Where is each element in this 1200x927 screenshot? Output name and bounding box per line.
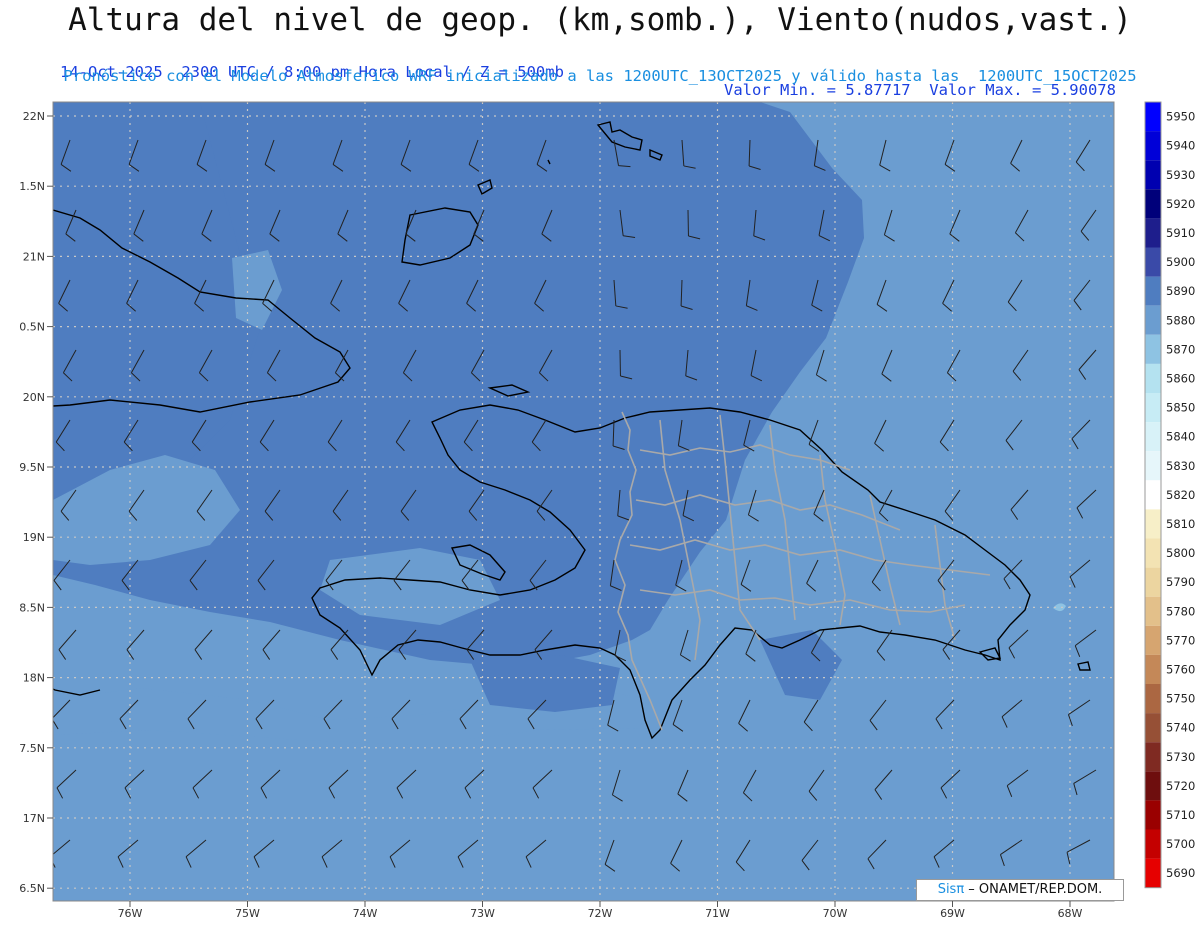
colorbar-label: 5810 [1166, 517, 1195, 531]
colorbar-label: 5930 [1166, 168, 1195, 182]
lat-label: 8.5N [19, 601, 45, 614]
geopotential-map: 22N 1.5N 21N 0.5N 20N 9.5N 19N 8.5N 18N 7.5N 17N 6.… [19, 101, 1195, 920]
lat-label: 21N [23, 250, 45, 263]
colorbar-label: 5720 [1166, 779, 1195, 793]
colorbar-label: 5860 [1166, 371, 1195, 385]
latitude-labels: 22N 1.5N 21N 0.5N 20N 9.5N 19N 8.5N 18N 7.5N 17N 6.… [19, 110, 53, 895]
colorbar-swatch [1145, 160, 1161, 190]
colorbar-swatch [1145, 858, 1161, 888]
credit-box: Sisπ – ONAMET/REP.DOM. [916, 879, 1124, 901]
colorbar-swatch [1145, 596, 1161, 626]
colorbar: 5950 5940 5930 5920 5910 5900 5890 5880 5870 5860… [1144, 101, 1195, 889]
colorbar-label: 5730 [1166, 750, 1195, 764]
lat-label: 1.5N [19, 180, 45, 193]
colorbar-swatch [1145, 218, 1161, 248]
colorbar-swatch [1145, 800, 1161, 830]
colorbar-swatch [1145, 422, 1161, 452]
credit-brand: Sisπ [937, 882, 965, 897]
colorbar-swatch [1145, 625, 1161, 655]
colorbar-label: 5780 [1166, 604, 1195, 618]
field-5890-south [470, 655, 620, 712]
lat-label: 9.5N [19, 461, 45, 474]
longitude-labels: 76W 75W 74W 73W 72W 71W 70W 69W 68W [118, 901, 1083, 920]
credit-org: – ONAMET/REP.DOM. [964, 882, 1103, 897]
colorbar-swatch [1145, 771, 1161, 801]
colorbar-label: 5690 [1166, 866, 1195, 880]
lon-label: 73W [470, 907, 495, 920]
lon-label: 70W [823, 907, 848, 920]
colorbar-label: 5880 [1166, 313, 1195, 327]
colorbar-swatch [1145, 654, 1161, 684]
lon-label: 69W [940, 907, 965, 920]
lat-label: 22N [23, 110, 45, 123]
colorbar-swatch [1145, 363, 1161, 393]
lon-label: 72W [588, 907, 613, 920]
colorbar-swatch [1145, 131, 1161, 161]
lat-label: 19N [23, 531, 45, 544]
colorbar-label: 5910 [1166, 226, 1195, 240]
colorbar-swatch [1145, 334, 1161, 364]
colorbar-swatch [1145, 713, 1161, 743]
colorbar-swatch [1145, 742, 1161, 772]
colorbar-label: 5710 [1166, 808, 1195, 822]
lon-label: 71W [705, 907, 730, 920]
colorbar-swatch [1145, 393, 1161, 423]
colorbar-label: 5920 [1166, 197, 1195, 211]
colorbar-swatch [1145, 305, 1161, 335]
colorbar-swatch [1145, 684, 1161, 714]
colorbar-swatch [1145, 247, 1161, 277]
colorbar-label: 5900 [1166, 255, 1195, 269]
lat-label: 7.5N [19, 742, 45, 755]
colorbar-label: 5950 [1166, 110, 1195, 124]
colorbar-swatch [1145, 189, 1161, 219]
colorbar-label: 5830 [1166, 459, 1195, 473]
lon-label: 74W [353, 907, 378, 920]
colorbar-label: 5820 [1166, 488, 1195, 502]
colorbar-label: 5760 [1166, 662, 1195, 676]
colorbar-label: 5790 [1166, 575, 1195, 589]
lat-label: 20N [23, 391, 45, 404]
colorbar-swatch [1145, 509, 1161, 539]
lon-label: 68W [1058, 907, 1083, 920]
colorbar-label: 5700 [1166, 837, 1195, 851]
colorbar-swatch [1145, 829, 1161, 859]
cuba-southwest [53, 643, 54, 645]
lon-label: 75W [235, 907, 260, 920]
cuba-west [53, 209, 54, 210]
colorbar-swatch [1145, 567, 1161, 597]
colorbar-label: 5940 [1166, 139, 1195, 153]
colorbar-label: 5870 [1166, 342, 1195, 356]
colorbar-label: 5890 [1166, 284, 1195, 298]
colorbar-label: 5850 [1166, 401, 1195, 415]
colorbar-swatch [1145, 480, 1161, 510]
lat-label: 6.5N [19, 882, 45, 895]
colorbar-swatch [1145, 102, 1161, 132]
lon-label: 76W [118, 907, 143, 920]
lat-label: 18N [23, 672, 45, 685]
lat-label: 17N [23, 812, 45, 825]
colorbar-label: 5770 [1166, 633, 1195, 647]
colorbar-label: 5750 [1166, 692, 1195, 706]
colorbar-label: 5740 [1166, 721, 1195, 735]
colorbar-swatch [1145, 538, 1161, 568]
colorbar-label: 5840 [1166, 430, 1195, 444]
colorbar-swatch [1145, 276, 1161, 306]
colorbar-label: 5800 [1166, 546, 1195, 560]
lat-label: 0.5N [19, 321, 45, 334]
colorbar-swatch [1145, 451, 1161, 481]
